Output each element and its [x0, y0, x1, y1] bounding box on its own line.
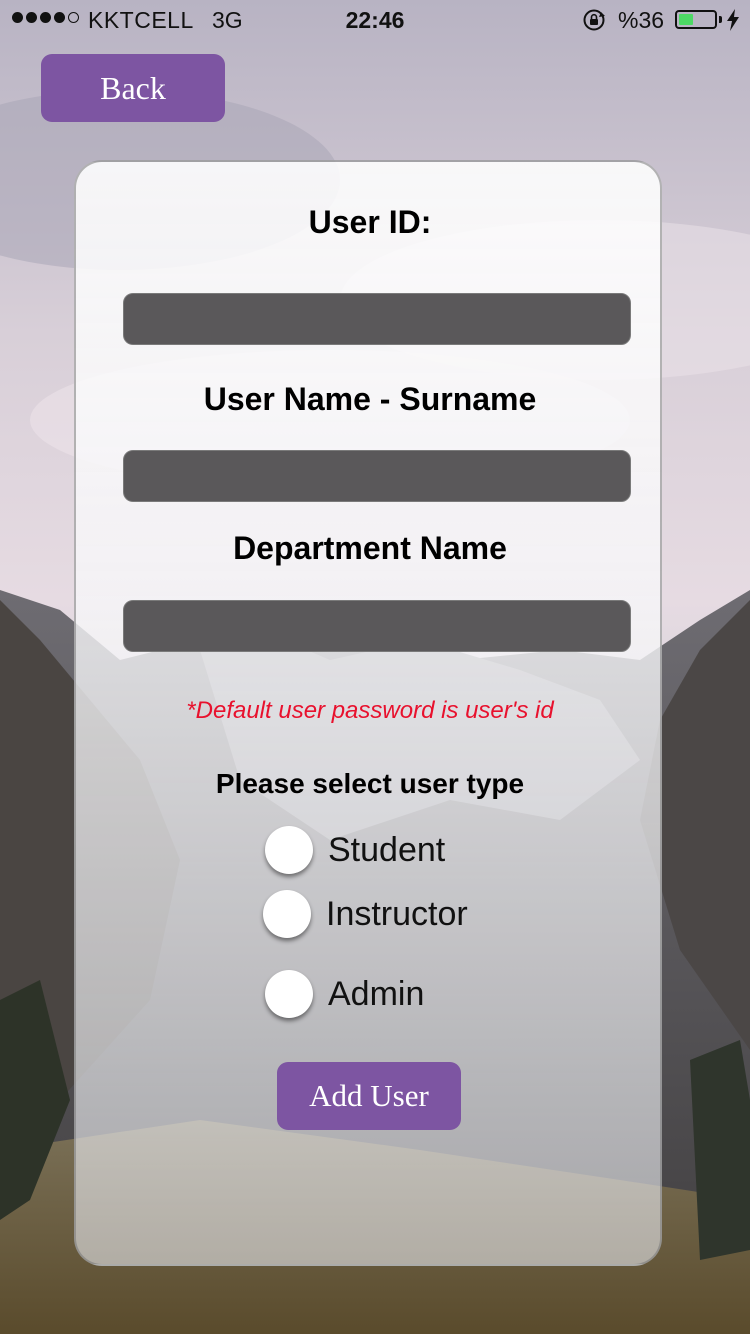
name-label: User Name - Surname — [203, 381, 537, 417]
rotation-lock-icon — [583, 9, 605, 31]
name-input[interactable] — [123, 450, 631, 502]
back-button[interactable]: Back — [41, 54, 225, 122]
radio-label-admin: Admin — [328, 974, 425, 1013]
radio-instructor[interactable]: Instructor — [263, 890, 468, 938]
user-id-input[interactable] — [123, 293, 631, 345]
radio-button[interactable] — [265, 970, 313, 1018]
battery-fill — [679, 14, 693, 25]
radio-label-instructor: Instructor — [326, 894, 468, 933]
add-user-button[interactable]: Add User — [277, 1062, 461, 1130]
user-id-label: User ID: — [308, 204, 432, 240]
add-user-card: User ID: User Name - Surname Department … — [74, 160, 662, 1266]
radio-student[interactable]: Student — [265, 826, 445, 874]
radio-label-student: Student — [328, 830, 446, 869]
charging-bolt-icon — [727, 9, 739, 31]
radio-button[interactable] — [265, 826, 313, 874]
radio-admin[interactable]: Admin — [265, 970, 424, 1018]
status-bar: KKTCELL 3G 22:46 %36 — [0, 0, 750, 40]
battery-icon — [675, 10, 717, 29]
radio-button[interactable] — [263, 890, 311, 938]
password-note: *Default user password is user's id — [186, 697, 554, 724]
battery-nub — [719, 16, 722, 23]
department-label: Department Name — [233, 530, 507, 566]
department-input[interactable] — [123, 600, 631, 652]
user-type-prompt: Please select user type — [215, 768, 525, 799]
battery-percent: %36 — [618, 7, 665, 33]
